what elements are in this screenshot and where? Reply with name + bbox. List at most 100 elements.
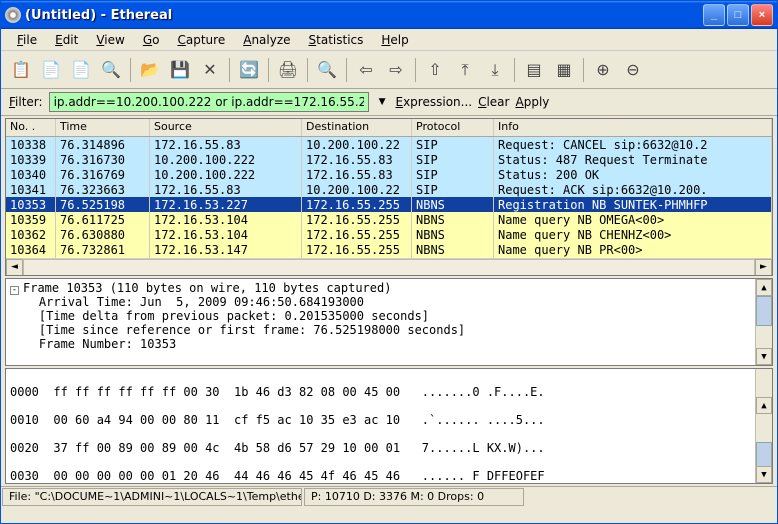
tb-stop-icon[interactable]: 🔍 <box>97 56 125 84</box>
apply-button[interactable]: Apply <box>515 95 549 109</box>
detail-line[interactable]: Frame Number: 10353 <box>10 337 768 351</box>
details-vscroll[interactable]: ▲ ▼ <box>755 279 772 365</box>
filter-dropdown-icon[interactable]: ▼ <box>375 97 390 107</box>
packet-row[interactable]: 1035976.611725172.16.53.104172.16.55.255… <box>6 212 772 227</box>
packet-row[interactable]: 1034076.31676910.200.100.222172.16.55.83… <box>6 167 772 182</box>
menu-analyze[interactable]: Analyze <box>235 31 298 49</box>
gofirst-icon[interactable]: ⤒ <box>451 56 479 84</box>
find-icon[interactable]: 🔍 <box>313 56 341 84</box>
maximize-button[interactable]: □ <box>727 4 749 26</box>
col-header-protocol[interactable]: Protocol <box>412 119 494 136</box>
tb-options-icon[interactable]: 📄 <box>37 56 65 84</box>
cell-src: 10.200.100.222 <box>150 152 302 167</box>
expression-button[interactable]: Expression... <box>395 95 472 109</box>
scroll-left-icon[interactable]: ◄ <box>6 259 23 276</box>
packet-row[interactable]: 1033876.314896172.16.55.8310.200.100.22S… <box>6 137 772 152</box>
cell-no: 10339 <box>6 152 56 167</box>
cell-proto: NBNS <box>412 212 494 227</box>
cell-info: Name query NB OMEGA<00> <box>494 212 772 227</box>
col-header-no[interactable]: No. . <box>6 119 56 136</box>
expander-icon[interactable]: - <box>10 286 19 295</box>
packet-row[interactable]: 1033976.31673010.200.100.222172.16.55.83… <box>6 152 772 167</box>
packet-row[interactable]: 1036476.732861172.16.53.147172.16.55.255… <box>6 242 772 257</box>
cell-dst: 172.16.55.255 <box>302 227 412 242</box>
cell-no: 10341 <box>6 182 56 197</box>
cell-dst: 172.16.55.83 <box>302 167 412 182</box>
separator <box>130 58 131 82</box>
detail-line[interactable]: [Time since reference or first frame: 76… <box>10 323 768 337</box>
close-file-icon[interactable]: ✕ <box>196 56 224 84</box>
hex-vscroll[interactable]: ▲ ▼ <box>755 369 772 483</box>
window-title: (Untitled) - Ethereal <box>25 8 703 23</box>
golast-icon[interactable]: ⤓ <box>481 56 509 84</box>
colorize-icon[interactable]: ▤ <box>520 56 548 84</box>
separator <box>346 58 347 82</box>
cell-time: 76.316769 <box>56 167 150 182</box>
cell-src: 10.200.100.222 <box>150 167 302 182</box>
close-button[interactable]: × <box>751 4 773 26</box>
scroll-up-icon[interactable]: ▲ <box>756 279 772 296</box>
menu-file[interactable]: File <box>9 31 45 49</box>
detail-line[interactable]: Arrival Time: Jun 5, 2009 09:46:50.68419… <box>10 295 768 309</box>
packet-row[interactable]: 1036276.630880172.16.53.104172.16.55.255… <box>6 227 772 242</box>
cell-proto: NBNS <box>412 227 494 242</box>
cell-proto: NBNS <box>412 197 494 212</box>
packet-details-pane: -Frame 10353 (110 bytes on wire, 110 byt… <box>5 278 773 366</box>
col-header-destination[interactable]: Destination <box>302 119 412 136</box>
menu-go[interactable]: Go <box>135 31 168 49</box>
print-icon[interactable]: 🖨 <box>274 56 302 84</box>
clear-button[interactable]: Clear <box>478 95 509 109</box>
save-icon[interactable]: 💾 <box>166 56 194 84</box>
detail-line[interactable]: [Time delta from previous packet: 0.2015… <box>10 309 768 323</box>
packet-row[interactable]: 1034176.323663172.16.55.8310.200.100.22S… <box>6 182 772 197</box>
packet-list-pane: No. . Time Source Destination Protocol I… <box>5 118 773 276</box>
tb-interfaces-icon[interactable]: 📋 <box>7 56 35 84</box>
reload-icon[interactable]: 🔄 <box>235 56 263 84</box>
cell-no: 10359 <box>6 212 56 227</box>
cell-no: 10364 <box>6 242 56 257</box>
packet-bytes-pane[interactable]: 0000 ff ff ff ff ff ff 00 30 1b 46 d3 82… <box>5 368 773 484</box>
cell-no: 10338 <box>6 137 56 152</box>
autoscroll-icon[interactable]: ▦ <box>550 56 578 84</box>
cell-proto: SIP <box>412 167 494 182</box>
scroll-right-icon[interactable]: ► <box>755 259 772 276</box>
scroll-thumb[interactable] <box>756 296 772 326</box>
col-header-time[interactable]: Time <box>56 119 150 136</box>
scroll-track[interactable] <box>23 259 755 276</box>
frame-summary[interactable]: -Frame 10353 (110 bytes on wire, 110 byt… <box>10 281 768 295</box>
filter-input[interactable] <box>49 92 369 112</box>
packet-row[interactable]: 1035376.525198172.16.53.227172.16.55.255… <box>6 197 772 212</box>
packet-hscroll[interactable]: ◄ ► <box>6 258 772 275</box>
tb-start-icon[interactable]: 📄 <box>67 56 95 84</box>
menu-statistics[interactable]: Statistics <box>301 31 372 49</box>
menu-help[interactable]: Help <box>373 31 416 49</box>
cell-time: 76.314896 <box>56 137 150 152</box>
app-icon <box>5 7 21 23</box>
zoomout-icon[interactable]: ⊖ <box>619 56 647 84</box>
menu-view[interactable]: View <box>88 31 132 49</box>
separator <box>415 58 416 82</box>
gofwd-icon[interactable]: ⇨ <box>382 56 410 84</box>
cell-src: 172.16.53.147 <box>150 242 302 257</box>
minimize-button[interactable]: _ <box>703 4 725 26</box>
filter-bar: Filter: ▼ Expression... Clear Apply <box>1 89 777 116</box>
hex-row: 0020 37 ff 00 89 00 89 00 4c 4b 58 d6 57… <box>10 441 545 455</box>
scroll-down-icon[interactable]: ▼ <box>756 348 772 365</box>
col-header-info[interactable]: Info <box>494 119 772 136</box>
scroll-down-icon[interactable]: ▼ <box>756 466 772 483</box>
cell-src: 172.16.53.104 <box>150 227 302 242</box>
menu-capture[interactable]: Capture <box>169 31 233 49</box>
goto-icon[interactable]: ⇧ <box>421 56 449 84</box>
menu-edit[interactable]: Edit <box>47 31 86 49</box>
goback-icon[interactable]: ⇦ <box>352 56 380 84</box>
hex-row: 0030 00 00 00 00 00 01 20 46 44 46 46 45… <box>10 469 545 483</box>
open-icon[interactable]: 📂 <box>136 56 164 84</box>
cell-dst: 172.16.55.255 <box>302 197 412 212</box>
zoomin-icon[interactable]: ⊕ <box>589 56 617 84</box>
status-file: File: "C:\DOCUME~1\ADMINI~1\LOCALS~1\Tem… <box>2 488 302 506</box>
cell-dst: 172.16.55.83 <box>302 152 412 167</box>
toolbar: 📋 📄 📄 🔍 📂 💾 ✕ 🔄 🖨 🔍 ⇦ ⇨ ⇧ ⤒ ⤓ ▤ ▦ ⊕ ⊖ <box>1 51 777 89</box>
cell-info: Request: CANCEL sip:6632@10.2 <box>494 137 772 152</box>
scroll-up-icon[interactable]: ▲ <box>756 397 772 414</box>
col-header-source[interactable]: Source <box>150 119 302 136</box>
